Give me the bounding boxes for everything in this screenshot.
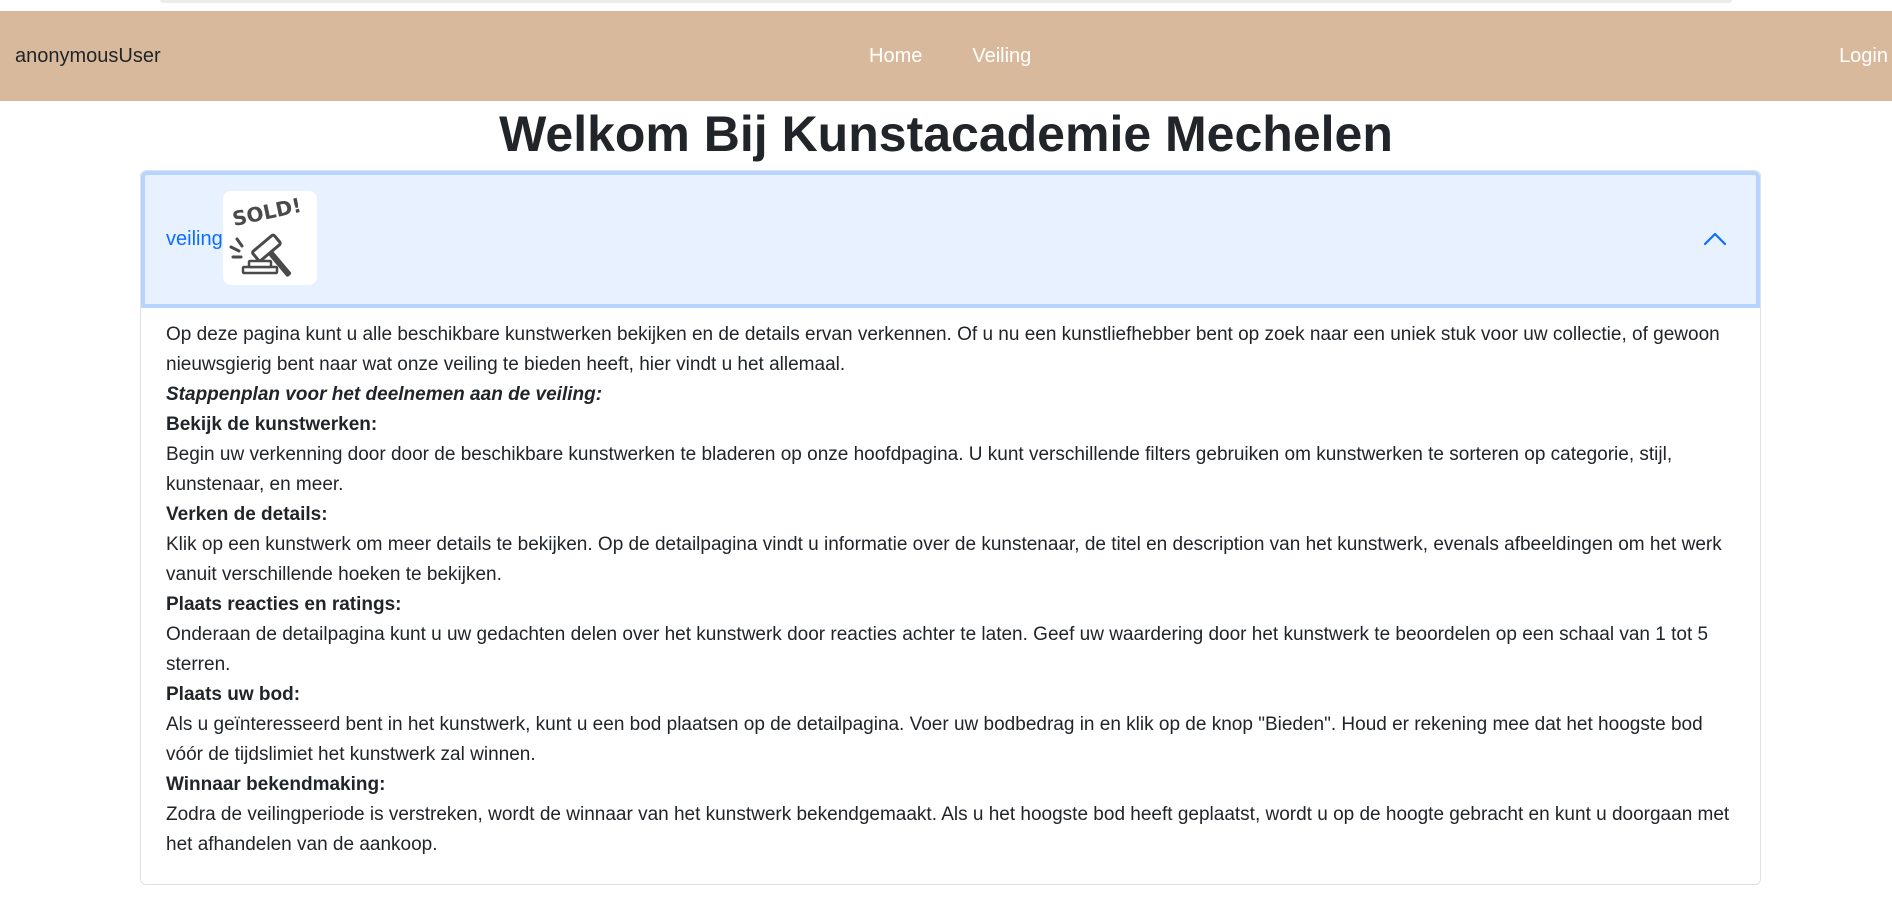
nav-username: anonymousUser [15, 45, 161, 67]
step-text: Zodra de veilingperiode is verstreken, w… [166, 804, 1730, 855]
top-strip [0, 0, 1892, 11]
veiling-accordion: veiling SOLD! Op deze pagina kunt u alle… [140, 170, 1761, 885]
sold-text: SOLD! [230, 193, 303, 231]
page-title: Welkom Bij Kunstacademie Mechelen [499, 106, 1393, 162]
accordion-toggle-button[interactable]: veiling SOLD! [141, 171, 1760, 308]
step-text: Onderaan de detailpagina kunt u uw gedac… [166, 624, 1709, 675]
step-text: Begin uw verkenning door door de beschik… [166, 444, 1673, 495]
sold-gavel-image: SOLD! [223, 191, 317, 285]
browser-scrollbar-edge [160, 0, 1732, 3]
navbar: anonymousUser Home Veiling Login [0, 11, 1892, 101]
gavel-icon: SOLD! [229, 193, 303, 277]
step-title: Plaats reacties en ratings: [166, 594, 402, 615]
step-title: Winnaar bekendmaking: [166, 774, 386, 795]
step-text: Als u geïnteresseerd bent in het kunstwe… [166, 714, 1703, 765]
nav-link-home[interactable]: Home [869, 11, 922, 101]
steps-heading: Stappenplan voor het deelnemen aan de ve… [166, 384, 603, 405]
intro-paragraph: Op deze pagina kunt u alle beschikbare k… [166, 324, 1720, 375]
accordion-body: Op deze pagina kunt u alle beschikbare k… [141, 308, 1760, 860]
step-title: Verken de details: [166, 504, 328, 525]
login-link[interactable]: Login [1839, 11, 1888, 101]
step-text: Klik op een kunstwerk om meer details te… [166, 534, 1722, 585]
step-title: Bekijk de kunstwerken: [166, 414, 378, 435]
chevron-up-icon[interactable] [1700, 223, 1730, 253]
step-title: Plaats uw bod: [166, 684, 301, 705]
nav-links: Home Veiling [869, 11, 1031, 101]
nav-link-veiling[interactable]: Veiling [972, 11, 1031, 101]
accordion-label: veiling [166, 228, 223, 250]
